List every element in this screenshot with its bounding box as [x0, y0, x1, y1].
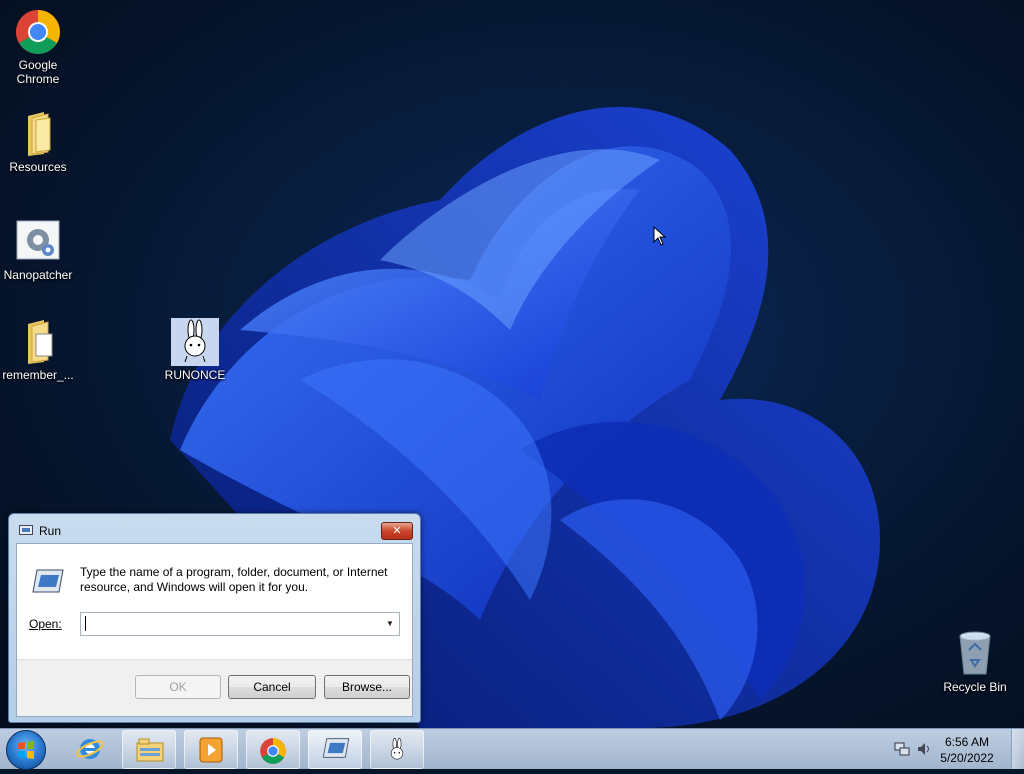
run-program-icon	[32, 569, 64, 593]
system-tray: 6:56 AM 5/20/2022	[884, 729, 1024, 769]
taskbar-item-runonce[interactable]	[370, 730, 424, 769]
browse-button[interactable]: Browse...	[324, 675, 410, 699]
clock-date: 5/20/2022	[940, 751, 994, 765]
desktop-icon-remember[interactable]: remember_...	[0, 318, 76, 382]
run-dialog-body: Type the name of a program, folder, docu…	[16, 543, 413, 717]
taskbar-item-media-player[interactable]	[184, 730, 238, 769]
close-icon: ✕	[392, 525, 402, 537]
run-description: Type the name of a program, folder, docu…	[80, 565, 388, 594]
open-label: Open:	[29, 617, 62, 631]
chrome-icon	[260, 738, 286, 764]
clock[interactable]: 6:56 AM 5/20/2022	[932, 734, 1002, 766]
desktop-icon-chrome[interactable]: Google Chrome	[0, 8, 76, 86]
chevron-down-icon[interactable]: ▼	[384, 613, 396, 635]
taskbar-item-chrome[interactable]	[246, 730, 300, 769]
taskbar: 6:56 AM 5/20/2022	[0, 728, 1024, 770]
run-dialog-titlebar[interactable]: Run ✕	[9, 514, 420, 544]
run-dialog-title: Run	[39, 524, 62, 538]
close-button[interactable]: ✕	[381, 522, 413, 540]
desktop-icon-nanopatcher[interactable]: Nanopatcher	[0, 218, 76, 282]
taskbar-item-file-explorer[interactable]	[122, 730, 176, 769]
desktop-icon-label: Nanopatcher	[3, 268, 73, 282]
folder-document-icon	[28, 320, 53, 364]
run-dialog-footer: OK Cancel Browse...	[17, 659, 412, 716]
show-desktop-button[interactable]	[1011, 729, 1024, 769]
recycle-bin-icon	[959, 631, 991, 675]
run-dialog-icon	[322, 738, 350, 758]
internet-explorer-icon	[76, 739, 104, 759]
folder-icon	[28, 112, 51, 156]
gear-settings-icon	[16, 220, 60, 260]
desktop-icon-label: Resources	[9, 160, 67, 174]
mouse-cursor-icon	[653, 226, 667, 246]
start-button[interactable]	[6, 730, 46, 770]
cancel-button[interactable]: Cancel	[228, 675, 316, 699]
network-icon[interactable]	[894, 741, 910, 757]
chrome-icon	[16, 10, 60, 54]
desktop-icon-label: Google Chrome	[16, 58, 60, 86]
run-icon	[19, 525, 33, 535]
desktop-icon-recycle-bin[interactable]: Recycle Bin	[937, 630, 1013, 694]
volume-icon[interactable]	[916, 741, 932, 757]
text-caret	[85, 616, 86, 631]
media-player-icon	[199, 737, 223, 763]
open-combobox[interactable]: ▼	[80, 612, 400, 636]
desktop-icon-label: Recycle Bin	[943, 680, 1007, 694]
desktop-icon-label: remember_...	[2, 368, 74, 382]
taskbar-item-internet-explorer[interactable]	[64, 730, 116, 767]
taskbar-item-run[interactable]	[308, 730, 362, 769]
desktop-icon-runonce[interactable]: RUNONCE	[157, 318, 233, 382]
rabbit-icon	[390, 737, 404, 760]
file-explorer-icon	[136, 738, 164, 762]
desktop[interactable]: Google Chrome Resources Nanopatcher reme…	[0, 0, 1024, 728]
windows-logo-icon	[18, 741, 34, 759]
rabbit-icon	[184, 319, 206, 363]
desktop-icon-resources[interactable]: Resources	[0, 110, 76, 174]
clock-time: 6:56 AM	[944, 735, 990, 749]
run-dialog[interactable]: Run ✕ Type the name of a program, folder…	[8, 513, 421, 723]
desktop-icon-label: RUNONCE	[164, 368, 226, 382]
ok-button[interactable]: OK	[135, 675, 221, 699]
